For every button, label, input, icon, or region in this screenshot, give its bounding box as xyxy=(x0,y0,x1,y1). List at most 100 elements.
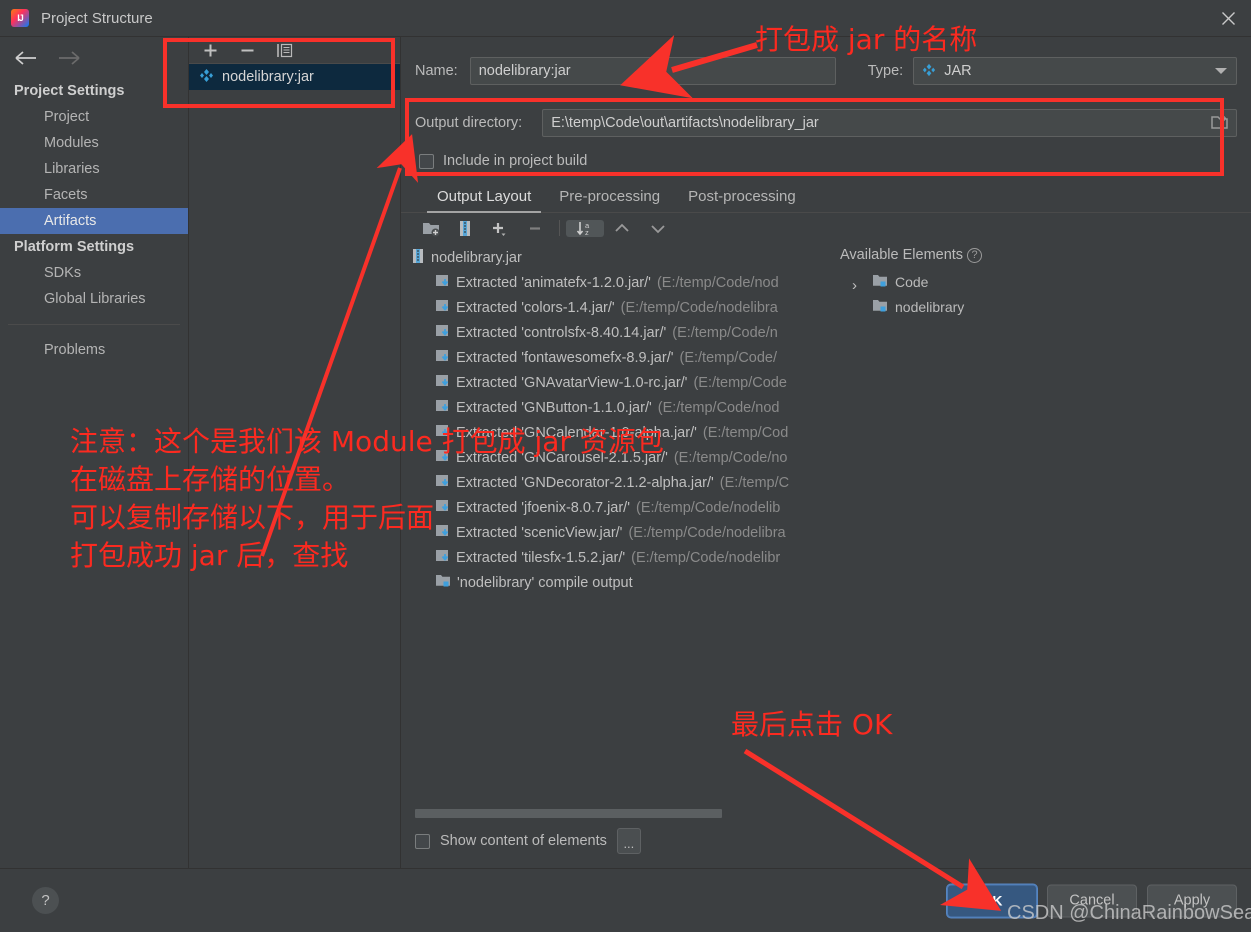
tree-row[interactable]: Extracted 'controlsfx-8.40.14.jar/' (E:/… xyxy=(401,320,832,345)
close-icon[interactable] xyxy=(1205,0,1251,37)
tree-row[interactable]: nodelibrary.jar xyxy=(401,245,832,270)
tree-row-path: (E:/temp/Code/nodelibra xyxy=(628,525,785,541)
include-in-project-build-row[interactable]: Include in project build xyxy=(401,153,1251,169)
available-elements-header: Available Elements ? xyxy=(832,243,1251,269)
sidebar-item-libraries[interactable]: Libraries xyxy=(0,156,188,182)
sidebar-item-project[interactable]: Project xyxy=(0,104,188,130)
tree-row[interactable]: Extracted 'animatefx-1.2.0.jar/' (E:/tem… xyxy=(401,270,832,295)
sort-alphabetically-icon[interactable]: a z xyxy=(566,220,604,237)
show-content-of-elements-label: Show content of elements xyxy=(440,833,607,849)
sidebar-item-modules[interactable]: Modules xyxy=(0,130,188,156)
tree-row-label: Extracted 'colors-1.4.jar/' xyxy=(456,300,615,316)
tree-row[interactable]: Extracted 'GNCarousel-2.1.5.jar/' (E:/te… xyxy=(401,445,832,470)
tree-row-label: Extracted 'GNAvatarView-1.0-rc.jar/' xyxy=(456,375,687,391)
extracted-icon xyxy=(435,373,450,392)
type-combobox[interactable]: JAR xyxy=(913,57,1237,85)
details-tabs: Output Layout Pre-processing Post-proces… xyxy=(401,183,1251,213)
tree-row-label: Extracted 'GNButton-1.1.0.jar/' xyxy=(456,400,652,416)
tree-row[interactable]: Extracted 'fontawesomefx-8.9.jar/' (E:/t… xyxy=(401,345,832,370)
sidebar-item-sdks[interactable]: SDKs xyxy=(0,260,188,286)
name-label: Name: xyxy=(415,63,458,79)
output-layout-tree: nodelibrary.jar Extracted 'animatefx-1.2… xyxy=(401,243,832,809)
tree-row-path: (E:/temp/Code/nodelib xyxy=(636,500,780,516)
show-content-row: Show content of elements ... xyxy=(401,818,1251,868)
project-structure-dialog: Project Structure Project Settings Proje… xyxy=(0,0,1251,932)
sidebar-item-problems[interactable]: Problems xyxy=(0,337,188,363)
svg-text:z: z xyxy=(585,228,589,237)
minus-icon[interactable] xyxy=(240,43,255,58)
tree-row[interactable]: Extracted 'jfoenix-8.0.7.jar/' (E:/temp/… xyxy=(401,495,832,520)
output-directory-row: Output directory: xyxy=(401,109,1251,137)
sidebar-item-global-libraries[interactable]: Global Libraries xyxy=(0,286,188,312)
navigation-arrows xyxy=(0,47,188,78)
type-value: JAR xyxy=(944,63,971,79)
move-up-icon[interactable] xyxy=(604,220,640,237)
chevron-right-icon[interactable]: › xyxy=(852,277,857,294)
add-directory-icon[interactable] xyxy=(413,220,449,237)
artifact-list: nodelibrary:jar xyxy=(189,64,400,868)
extracted-icon xyxy=(435,398,450,417)
tree-row-path: (E:/temp/Code/nodelibr xyxy=(631,550,780,566)
add-copy-icon[interactable] xyxy=(481,220,517,237)
tree-row-path: (E:/temp/Code/no xyxy=(674,450,788,466)
move-down-icon[interactable] xyxy=(640,220,676,237)
more-options-button[interactable]: ... xyxy=(617,828,641,854)
tree-row-path: (E:/temp/Code/ xyxy=(680,350,778,366)
list-item-label: nodelibrary xyxy=(895,299,964,315)
folder-open-icon[interactable] xyxy=(1209,112,1233,134)
extracted-icon xyxy=(435,473,450,492)
tree-row-label: Extracted 'jfoenix-8.0.7.jar/' xyxy=(456,500,630,516)
tree-row[interactable]: Extracted 'GNDecorator-2.1.2-alpha.jar/'… xyxy=(401,470,832,495)
tree-row[interactable]: Extracted 'tilesfx-1.5.2.jar/' (E:/temp/… xyxy=(401,545,832,570)
type-label: Type: xyxy=(868,63,903,79)
tree-row[interactable]: Extracted 'colors-1.4.jar/' (E:/temp/Cod… xyxy=(401,295,832,320)
name-input[interactable] xyxy=(470,57,836,85)
scrollbar-thumb[interactable] xyxy=(415,809,722,818)
tree-row[interactable]: Extracted 'scenicView.jar/' (E:/temp/Cod… xyxy=(401,520,832,545)
sidebar-item-artifacts[interactable]: Artifacts xyxy=(0,208,188,234)
list-item-label: Code xyxy=(895,274,928,290)
tab-pre-processing[interactable]: Pre-processing xyxy=(545,183,674,212)
toolbar-divider xyxy=(559,220,560,236)
horizontal-scrollbar[interactable] xyxy=(401,809,1251,818)
show-content-of-elements-checkbox[interactable] xyxy=(415,834,430,849)
list-item[interactable]: Code xyxy=(832,269,1251,294)
scrollbar-track[interactable] xyxy=(415,809,1237,818)
sidebar-item-facets[interactable]: Facets xyxy=(0,182,188,208)
include-in-project-build-checkbox[interactable] xyxy=(419,154,434,169)
tree-row[interactable]: Extracted 'GNButton-1.1.0.jar/' (E:/temp… xyxy=(401,395,832,420)
chevron-down-icon xyxy=(1215,68,1227,74)
extracted-icon xyxy=(435,548,450,567)
help-icon[interactable]: ? xyxy=(967,248,982,263)
arrow-right-icon[interactable] xyxy=(56,50,82,66)
tab-output-layout[interactable]: Output Layout xyxy=(423,183,545,212)
module-output-icon xyxy=(872,298,888,316)
tree-row[interactable]: Extracted 'GNCalendar-1.0-alpha.jar/' (E… xyxy=(401,420,832,445)
tree-row[interactable]: 'nodelibrary' compile output xyxy=(401,570,832,595)
tree-row-label: Extracted 'tilesfx-1.5.2.jar/' xyxy=(456,550,625,566)
sidebar-divider xyxy=(8,324,180,325)
copy-icon[interactable] xyxy=(277,43,293,58)
jar-artifact-icon xyxy=(922,63,936,80)
sidebar-group-project-settings: Project Settings xyxy=(0,78,188,104)
list-item[interactable]: nodelibrary xyxy=(832,294,1251,319)
tree-row-path: (E:/temp/Code xyxy=(693,375,787,391)
extracted-icon xyxy=(435,448,450,467)
tree-row-label: nodelibrary.jar xyxy=(431,250,522,266)
plus-icon[interactable] xyxy=(203,43,218,58)
add-archive-icon[interactable] xyxy=(449,220,481,237)
tree-row[interactable]: Extracted 'GNAvatarView-1.0-rc.jar/' (E:… xyxy=(401,370,832,395)
artifact-item-label: nodelibrary:jar xyxy=(222,69,314,85)
tree-row-path: (E:/temp/Code/nod xyxy=(657,275,779,291)
help-button[interactable]: ? xyxy=(32,887,59,914)
extracted-icon xyxy=(435,348,450,367)
tab-post-processing[interactable]: Post-processing xyxy=(674,183,810,212)
output-directory-input[interactable] xyxy=(542,109,1237,137)
artifact-item-nodelibrary-jar[interactable]: nodelibrary:jar xyxy=(189,64,400,90)
remove-icon[interactable] xyxy=(517,220,553,237)
name-row: Name: Type: JAR xyxy=(401,57,1251,85)
available-elements-title: Available Elements xyxy=(840,247,963,263)
intellij-idea-logo-icon xyxy=(11,9,29,27)
arrow-left-icon[interactable] xyxy=(14,50,40,66)
tree-row-label: Extracted 'GNCarousel-2.1.5.jar/' xyxy=(456,450,668,466)
